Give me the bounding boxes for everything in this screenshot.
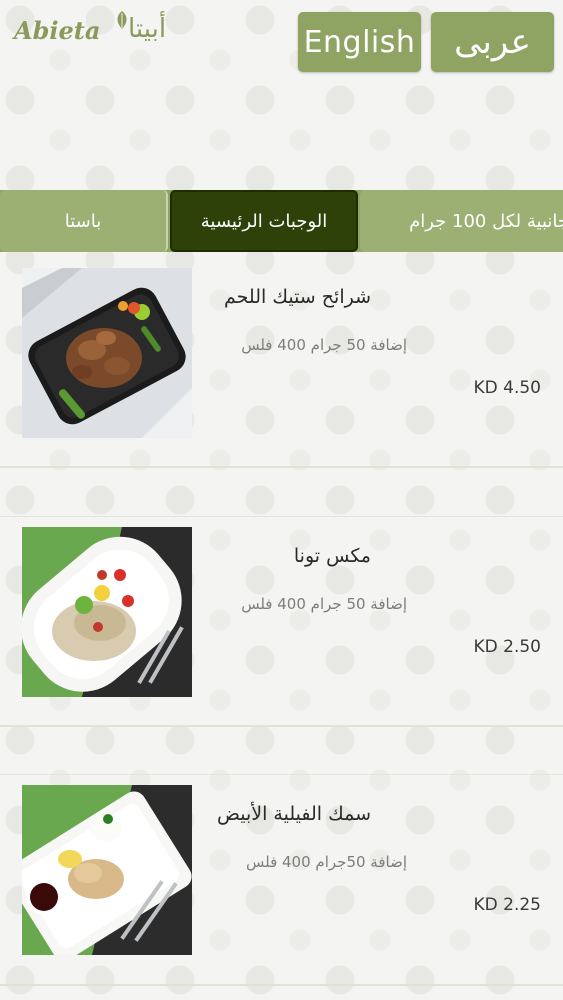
divider bbox=[0, 984, 563, 986]
category-tabs: باستا الوجبات الرئيسية الجانبية لكل 100 … bbox=[0, 190, 563, 252]
item-extra-note: إضافة 50 جرام 400 فلس bbox=[241, 336, 407, 354]
logo-latin-text: Abieta bbox=[14, 16, 101, 45]
tab-main-meals[interactable]: الوجبات الرئيسية bbox=[170, 190, 358, 252]
list-item[interactable]: سمك الفيلية الأبيض إضافة 50جرام 400 فلس … bbox=[0, 785, 563, 985]
item-price: KD 2.50 bbox=[473, 637, 542, 657]
divider bbox=[0, 725, 563, 727]
item-extra-note: إضافة 50جرام 400 فلس bbox=[245, 853, 407, 871]
list-item[interactable]: مكس تونا إضافة 50 جرام 400 فلس KD 2.50 bbox=[0, 527, 563, 727]
divider bbox=[0, 774, 563, 775]
item-name: مكس تونا bbox=[293, 545, 371, 567]
item-name: شرائح ستيك اللحم bbox=[224, 286, 371, 308]
arabic-language-button[interactable]: عربى bbox=[431, 12, 554, 72]
item-extra-note: إضافة 50 جرام 400 فلس bbox=[241, 595, 407, 613]
english-language-button[interactable]: English bbox=[298, 12, 421, 72]
steak-dish-image bbox=[22, 268, 192, 438]
divider bbox=[0, 466, 563, 468]
logo-arabic-text: أبيتا bbox=[128, 14, 167, 44]
divider bbox=[0, 516, 563, 517]
tab-sides-per-100g[interactable]: الجانبية لكل 100 جرام bbox=[360, 190, 563, 252]
item-price: KD 4.50 bbox=[473, 378, 542, 398]
header: Abieta أبيتا English عربى bbox=[0, 0, 563, 90]
item-name: سمك الفيلية الأبيض bbox=[216, 803, 371, 825]
abieta-logo: Abieta أبيتا bbox=[14, 10, 196, 54]
list-item[interactable]: شرائح ستيك اللحم إضافة 50 جرام 400 فلس K… bbox=[0, 268, 563, 468]
tuna-mix-dish-image bbox=[22, 527, 192, 697]
fish-fillet-dish-image bbox=[22, 785, 192, 955]
item-price: KD 2.25 bbox=[473, 895, 542, 915]
tab-pasta[interactable]: باستا bbox=[0, 190, 168, 252]
